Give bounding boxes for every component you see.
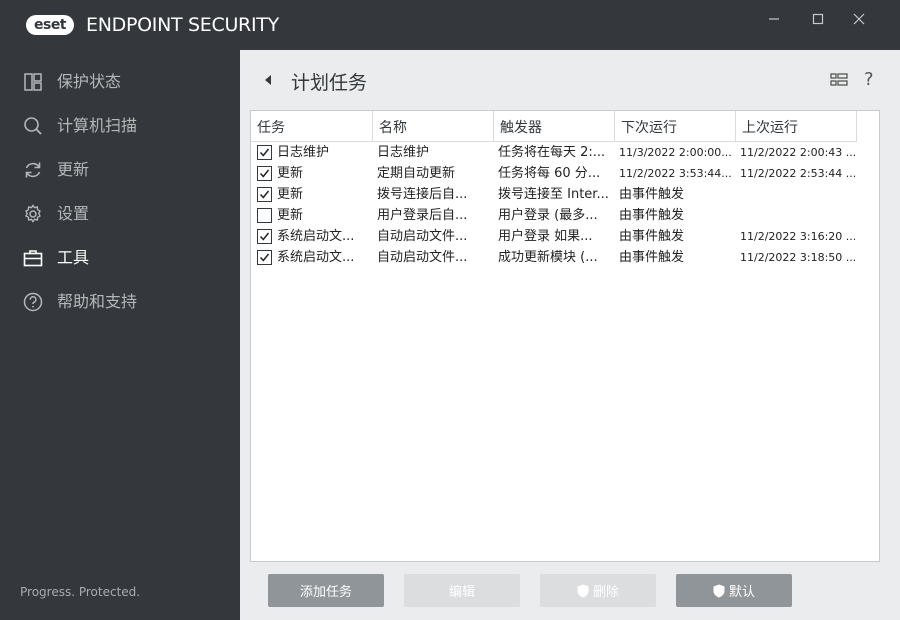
add-task-button[interactable]: 添加任务 <box>268 574 384 607</box>
task-enabled-checkbox[interactable] <box>257 187 272 202</box>
column-header-last-run[interactable]: 上次运行 <box>736 111 857 142</box>
checkmark-icon <box>259 190 270 199</box>
default-button[interactable]: 默认 <box>676 574 792 607</box>
cell-name: 拨号连接后自... <box>377 187 468 202</box>
sidebar-item-tools[interactable]: 工具 <box>0 238 240 278</box>
cell-task: 日志维护 <box>277 145 330 160</box>
cell-last: 11/2/2022 2:00:43 ... <box>740 146 855 159</box>
table-row[interactable]: 更新 定期自动更新 任务将每 60 分... 11/2/2022 3:53:44...… <box>251 163 857 184</box>
cell-trigger: 成功更新模块 (... <box>498 250 598 265</box>
scheduled-tasks-table: 任务 名称 触发器 下次运行 上次运行 日志维护 日志维护 任务将在每天 2:...… <box>250 110 880 562</box>
sidebar-item-help-support[interactable]: 帮助和支持 <box>0 282 240 322</box>
cell-name: 自动启动文件... <box>377 250 468 265</box>
close-button[interactable] <box>848 8 870 30</box>
table-row[interactable]: 日志维护 日志维护 任务将在每天 2:... 11/3/2022 2:00:00...… <box>251 142 857 163</box>
help-button[interactable]: ? <box>864 69 874 90</box>
page-title: 计划任务 <box>291 72 368 94</box>
cell-trigger: 拨号连接至 Inter... <box>498 187 609 202</box>
edit-button[interactable]: 编辑 <box>404 574 520 607</box>
close-icon <box>853 13 865 25</box>
table-row[interactable]: 更新 用户登录后自... 用户登录 (最多... 由事件触发 <box>251 205 857 226</box>
sidebar-item-setup[interactable]: 设置 <box>0 194 240 234</box>
search-icon <box>24 117 42 135</box>
cell-next: 11/2/2022 3:53:44... <box>619 167 732 180</box>
maximize-icon <box>812 13 824 25</box>
sidebar: 保护状态 计算机扫描 更新 设置 工具 帮助和支持 Progress. Prot… <box>0 50 240 620</box>
column-header-name[interactable]: 名称 <box>373 111 494 142</box>
sidebar-item-label: 工具 <box>57 248 90 267</box>
sidebar-item-label: 计算机扫描 <box>57 116 138 135</box>
cell-name: 定期自动更新 <box>377 166 456 181</box>
dashboard-icon <box>24 73 42 91</box>
minimize-button[interactable] <box>763 8 785 30</box>
sidebar-item-computer-scan[interactable]: 计算机扫描 <box>0 106 240 146</box>
cell-last <box>740 184 855 205</box>
help-circle-icon <box>23 292 43 312</box>
sidebar-item-update[interactable]: 更新 <box>0 150 240 190</box>
table-row[interactable]: 系统启动文... 自动启动文件... 用户登录 如果... 由事件触发 11/2/202… <box>251 226 857 247</box>
checkmark-icon <box>259 232 270 241</box>
delete-label: 删除 <box>592 585 619 600</box>
cell-trigger: 用户登录 (最多... <box>498 208 598 223</box>
cell-name: 日志维护 <box>377 145 430 160</box>
cell-task: 更新 <box>277 208 304 223</box>
sidebar-item-label: 更新 <box>57 160 90 179</box>
cell-task: 系统启动文... <box>277 250 355 265</box>
cell-next: 由事件触发 <box>619 229 685 244</box>
cell-trigger: 任务将每 60 分... <box>498 166 601 181</box>
table-row[interactable]: 系统启动文... 自动启动文件... 成功更新模块 (... 由事件触发 11/2/20… <box>251 247 857 268</box>
cell-task: 更新 <box>277 166 304 181</box>
add-task-label: 添加任务 <box>299 585 352 600</box>
title-bar: eset ENDPOINT SECURITY <box>0 0 900 50</box>
cell-task: 更新 <box>277 187 304 202</box>
cell-next: 11/3/2022 2:00:00... <box>619 146 732 159</box>
shield-icon <box>577 584 589 597</box>
refresh-icon <box>25 162 41 178</box>
gear-icon <box>25 204 41 223</box>
app-logo: eset ENDPOINT SECURITY <box>26 14 279 36</box>
main-panel: 计划任务 ? 任务 名称 触发器 下次运行 上次运行 日志维护 日志维护 任务将在每… <box>240 50 900 620</box>
task-enabled-checkbox[interactable] <box>257 208 272 223</box>
task-enabled-checkbox[interactable] <box>257 145 272 160</box>
task-enabled-checkbox[interactable] <box>257 229 272 244</box>
column-header-next-run[interactable]: 下次运行 <box>615 111 736 142</box>
app-title: ENDPOINT SECURITY <box>86 14 279 36</box>
briefcase-icon <box>23 250 43 267</box>
cell-trigger: 任务将在每天 2:... <box>498 145 606 160</box>
cell-trigger: 用户登录 如果... <box>498 229 593 244</box>
back-arrow-icon[interactable] <box>262 72 274 88</box>
sidebar-item-label: 帮助和支持 <box>57 292 138 311</box>
cell-last: 11/2/2022 2:53:44 ... <box>740 167 855 180</box>
delete-button[interactable]: 删除 <box>540 574 656 607</box>
cell-last <box>740 205 855 226</box>
table-header: 任务 名称 触发器 下次运行 上次运行 <box>251 111 857 142</box>
cell-name: 用户登录后自... <box>377 208 468 223</box>
default-label: 默认 <box>728 585 755 600</box>
cell-last: 11/2/2022 3:16:20 ... <box>740 230 855 243</box>
logo-badge: eset <box>26 15 74 35</box>
edit-label: 编辑 <box>448 585 475 600</box>
cell-name: 自动启动文件... <box>377 229 468 244</box>
task-enabled-checkbox[interactable] <box>257 250 272 265</box>
cell-last: 11/2/2022 3:18:50 ... <box>740 251 855 264</box>
column-header-trigger[interactable]: 触发器 <box>494 111 615 142</box>
checkmark-icon <box>259 169 270 178</box>
table-row[interactable]: 更新 拨号连接后自... 拨号连接至 Inter... 由事件触发 <box>251 184 857 205</box>
maximize-button[interactable] <box>807 8 829 30</box>
cell-task: 系统启动文... <box>277 229 355 244</box>
view-layout-icon[interactable] <box>830 72 848 88</box>
checkmark-icon <box>259 148 270 157</box>
task-enabled-checkbox[interactable] <box>257 166 272 181</box>
tagline: Progress. Protected. <box>20 585 141 599</box>
sidebar-item-label: 保护状态 <box>57 72 122 91</box>
cell-next: 由事件触发 <box>619 250 685 265</box>
sidebar-item-label: 设置 <box>57 204 90 223</box>
minimize-icon <box>769 18 779 20</box>
cell-next: 由事件触发 <box>619 208 685 223</box>
checkmark-icon <box>259 253 270 262</box>
sidebar-item-protection-status[interactable]: 保护状态 <box>0 62 240 102</box>
shield-icon <box>713 584 725 597</box>
cell-next: 由事件触发 <box>619 187 685 202</box>
column-header-task[interactable]: 任务 <box>251 111 373 142</box>
